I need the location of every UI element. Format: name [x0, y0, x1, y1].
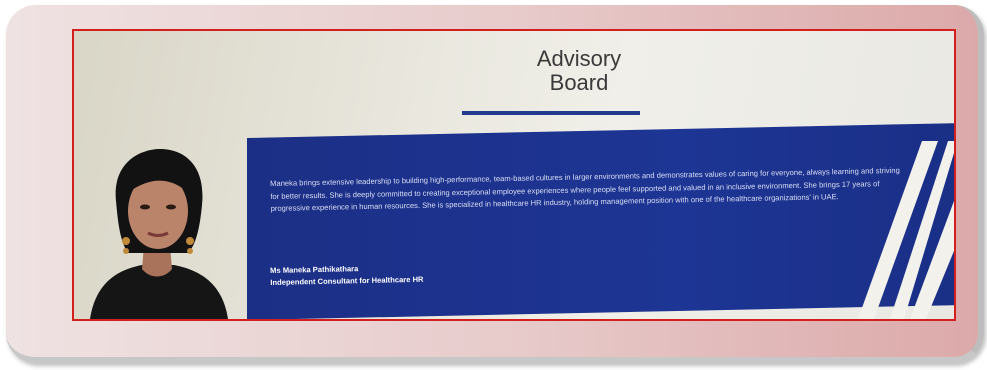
person-portrait-icon	[90, 149, 228, 319]
slide-heading: Advisory Board	[499, 47, 659, 95]
heading-underline	[462, 111, 640, 115]
heading-line-2: Board	[549, 70, 609, 95]
heading-line-1: Advisory	[536, 46, 622, 71]
slide-photo: Advisory Board Maneka brings extensive l…	[72, 29, 956, 321]
